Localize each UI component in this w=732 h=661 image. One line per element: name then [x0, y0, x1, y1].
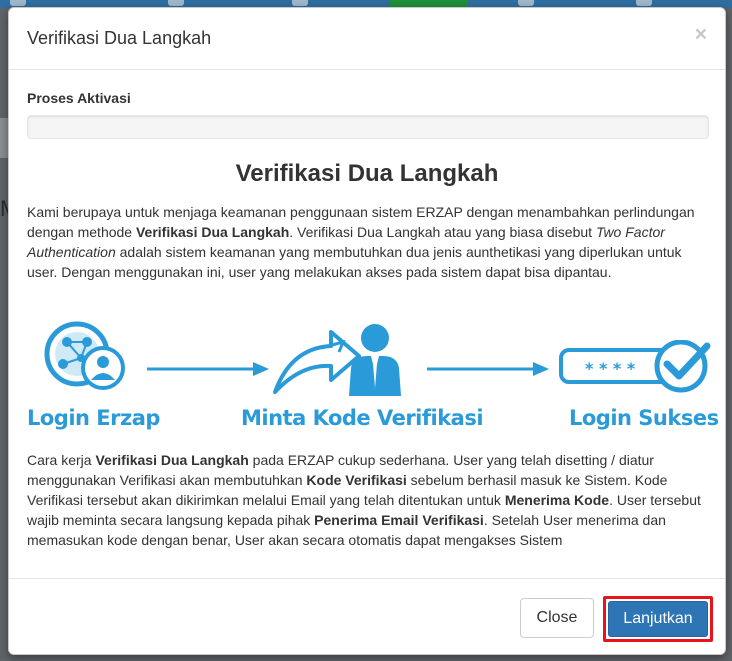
login-network-user-icon [44, 321, 125, 390]
background-icon [292, 0, 308, 6]
close-button[interactable]: Close [520, 598, 594, 638]
modal-title: Verifikasi Dua Langkah [27, 28, 212, 48]
flow-arrow-icon [147, 362, 269, 376]
forward-arrow-user-icon [273, 324, 401, 396]
explain-text: Cara kerja [27, 452, 96, 468]
page-heading: Verifikasi Dua Langkah [235, 160, 499, 187]
explain-bold: Verifikasi Dua Langkah [95, 452, 249, 468]
close-icon[interactable]: × [695, 24, 707, 45]
step-label-request-code: Minta Kode Verifikasi [241, 406, 484, 430]
continue-button[interactable]: Lanjutkan [608, 601, 708, 637]
intro-bold: Verifikasi Dua Langkah [135, 224, 290, 240]
background-icon [518, 0, 534, 6]
modal-footer: Close Lanjutkan [9, 578, 725, 654]
activation-progress-bar [27, 115, 709, 139]
background-icon [10, 0, 26, 6]
password-checkmark-icon: * * * * [559, 340, 711, 393]
password-mask: * * * * [585, 359, 636, 378]
step-label-success: Login Sukses [569, 406, 719, 430]
next-button-highlight: Lanjutkan [603, 596, 713, 642]
verification-flow-diagram: * * * * Login Erzap Minta Kode Verifikas… [9, 316, 725, 446]
verification-modal: Verifikasi Dua Langkah × Proses Aktivasi… [8, 7, 726, 655]
explanation-paragraph: Cara kerja Verifikasi Dua Langkah pada E… [27, 450, 709, 550]
background-sidebar-fragment [0, 118, 8, 158]
explain-bold: Menerima Kode [504, 492, 610, 508]
background-icon [168, 0, 184, 6]
progress-label: Proses Aktivasi [27, 90, 131, 106]
modal-header: Verifikasi Dua Langkah × [9, 8, 725, 70]
explain-bold: Penerima Email Verifikasi [314, 512, 484, 528]
intro-text: . Verifikasi Dua Langkah atau yang biasa… [289, 224, 596, 240]
step-label-login: Login Erzap [27, 406, 160, 430]
flow-arrow-icon [427, 362, 549, 376]
modal-body: Proses Aktivasi Verifikasi Dua Langkah K… [9, 70, 725, 578]
background-icon [636, 0, 652, 6]
intro-paragraph: Kami berupaya untuk menjaga keamanan pen… [27, 202, 709, 282]
intro-text: adalah sistem keamanan yang membutuhkan … [27, 244, 682, 280]
explain-bold: Kode Verifikasi [306, 472, 407, 488]
